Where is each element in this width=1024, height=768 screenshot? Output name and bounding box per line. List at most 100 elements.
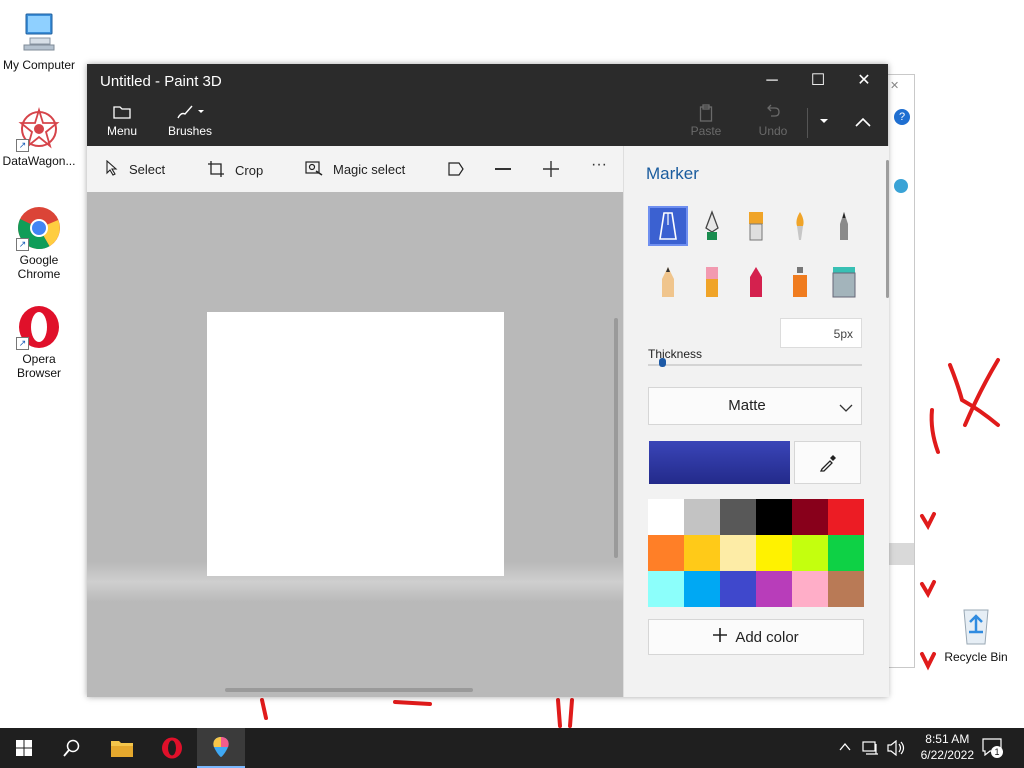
background-close-icon: ✕ bbox=[890, 80, 900, 92]
palette-swatch[interactable] bbox=[756, 535, 792, 571]
palette-swatch[interactable] bbox=[828, 571, 864, 607]
thickness-slider[interactable] bbox=[648, 364, 862, 366]
fill-bucket-brush[interactable] bbox=[826, 264, 862, 300]
oil-brush[interactable] bbox=[738, 208, 774, 244]
thickness-input[interactable]: 5px bbox=[780, 318, 862, 348]
paste-label: Paste bbox=[690, 124, 722, 138]
magic-select-icon bbox=[305, 160, 323, 179]
spray-can-brush[interactable] bbox=[782, 264, 818, 300]
paste-button[interactable]: Paste bbox=[685, 104, 727, 138]
crop-icon bbox=[207, 160, 225, 181]
palette-swatch[interactable] bbox=[648, 535, 684, 571]
menu-label: Menu bbox=[106, 124, 138, 138]
file-explorer-taskbar-button[interactable] bbox=[98, 728, 146, 768]
panel-title: Marker bbox=[646, 164, 699, 183]
ribbon: Menu Brushes Paste Undo bbox=[87, 100, 888, 146]
add-color-label: Add color bbox=[735, 628, 799, 646]
marker-brush[interactable] bbox=[648, 206, 688, 246]
background-window: ✕ ? bbox=[888, 74, 915, 668]
maximize-button[interactable]: ☐ bbox=[795, 64, 841, 100]
magic-select-tool[interactable]: Magic select bbox=[305, 160, 405, 179]
shortcut-arrow-icon: ↗ bbox=[16, 337, 29, 350]
opera-taskbar-button[interactable] bbox=[148, 728, 196, 768]
search-button[interactable] bbox=[48, 728, 96, 768]
palette-swatch[interactable] bbox=[648, 571, 684, 607]
canvas-area[interactable] bbox=[87, 192, 623, 697]
undo-button[interactable]: Undo bbox=[753, 104, 793, 138]
opera-icon bbox=[162, 737, 182, 759]
current-color-swatch[interactable] bbox=[649, 441, 790, 484]
thickness-slider-handle[interactable] bbox=[658, 358, 666, 367]
sticker-flag-icon[interactable] bbox=[447, 161, 465, 182]
select-tool[interactable]: Select bbox=[105, 159, 166, 179]
desktop-icon-google-chrome[interactable]: ↗ Google Chrome bbox=[0, 205, 78, 281]
shortcut-arrow-icon: ↗ bbox=[16, 139, 29, 152]
palette-swatch[interactable] bbox=[756, 499, 792, 535]
select-label: Select bbox=[129, 162, 166, 177]
fill-bucket-icon bbox=[832, 267, 856, 298]
watercolor-brush[interactable] bbox=[782, 208, 818, 244]
eraser-brush[interactable] bbox=[694, 264, 730, 300]
palette-swatch[interactable] bbox=[792, 571, 828, 607]
close-button[interactable]: ✕ bbox=[841, 64, 887, 100]
zoom-out-icon[interactable] bbox=[495, 168, 511, 170]
crayon-icon bbox=[750, 267, 762, 297]
tool-bar: Select Crop Magic select ··· bbox=[87, 146, 623, 192]
palette-swatch[interactable] bbox=[756, 571, 792, 607]
horizontal-scrollbar[interactable] bbox=[225, 688, 473, 692]
palette-swatch[interactable] bbox=[792, 499, 828, 535]
palette-swatch[interactable] bbox=[720, 535, 756, 571]
calligraphy-pen-brush[interactable] bbox=[694, 208, 730, 244]
brush-icon bbox=[167, 104, 213, 124]
desktop-icon-datawagon[interactable]: ↗ DataWagon... bbox=[0, 106, 78, 168]
brushes-tab[interactable]: Brushes bbox=[167, 104, 213, 138]
panel-scrollbar[interactable] bbox=[886, 160, 889, 298]
more-options-button[interactable]: ··· bbox=[591, 156, 607, 174]
title-bar: Untitled - Paint 3D ─ ☐ ✕ bbox=[87, 64, 888, 100]
network-icon[interactable] bbox=[862, 740, 880, 761]
palette-swatch[interactable] bbox=[684, 535, 720, 571]
taskbar-clock[interactable]: 8:51 AM 6/22/2022 bbox=[921, 731, 974, 763]
recycle-bin-icon bbox=[953, 602, 999, 648]
drawing-canvas[interactable] bbox=[207, 312, 504, 576]
taskbar: 8:51 AM 6/22/2022 1 bbox=[0, 728, 1024, 768]
vertical-scrollbar[interactable] bbox=[614, 318, 618, 558]
crop-tool[interactable]: Crop bbox=[207, 160, 263, 181]
palette-swatch[interactable] bbox=[684, 499, 720, 535]
opera-icon: ↗ bbox=[16, 304, 62, 350]
palette-swatch[interactable] bbox=[792, 535, 828, 571]
oil-brush-icon bbox=[749, 212, 763, 241]
folder-icon bbox=[111, 741, 133, 757]
desktop-icon-recycle-bin[interactable]: Recycle Bin bbox=[937, 602, 1015, 664]
pixel-pen-brush[interactable] bbox=[826, 208, 862, 244]
overflow-chevron-down-icon[interactable] bbox=[817, 114, 831, 128]
desktop-icon-my-computer[interactable]: My Computer bbox=[0, 10, 78, 72]
show-hidden-icons-chevron-up-icon[interactable] bbox=[838, 740, 852, 757]
watercolor-icon bbox=[796, 212, 804, 240]
chrome-icon: ↗ bbox=[16, 205, 62, 251]
spray-can-icon bbox=[793, 267, 807, 297]
pencil-brush[interactable] bbox=[650, 264, 686, 300]
palette-swatch[interactable] bbox=[720, 571, 756, 607]
minimize-button[interactable]: ─ bbox=[749, 64, 795, 100]
menu-button[interactable]: Menu bbox=[101, 104, 143, 138]
finish-dropdown[interactable]: Matte bbox=[648, 387, 862, 425]
search-icon bbox=[63, 739, 80, 757]
palette-swatch[interactable] bbox=[720, 499, 756, 535]
eyedropper-button[interactable] bbox=[794, 441, 861, 484]
palette-swatch[interactable] bbox=[684, 571, 720, 607]
collapse-ribbon-chevron-up-icon[interactable] bbox=[853, 112, 873, 132]
start-button[interactable] bbox=[0, 728, 48, 768]
action-center-button[interactable]: 1 bbox=[982, 738, 1004, 758]
palette-swatch[interactable] bbox=[828, 535, 864, 571]
finish-dropdown-value: Matte bbox=[728, 397, 766, 414]
paint3d-taskbar-button[interactable] bbox=[197, 728, 245, 768]
crayon-brush[interactable] bbox=[738, 264, 774, 300]
add-color-button[interactable]: Add color bbox=[648, 619, 864, 655]
palette-swatch[interactable] bbox=[648, 499, 684, 535]
palette-swatch[interactable] bbox=[828, 499, 864, 535]
volume-icon[interactable] bbox=[886, 739, 906, 761]
desktop-icon-label: Opera Browser bbox=[16, 352, 61, 380]
zoom-in-icon[interactable] bbox=[543, 161, 559, 182]
desktop-icon-opera-browser[interactable]: ↗ Opera Browser bbox=[0, 304, 78, 380]
